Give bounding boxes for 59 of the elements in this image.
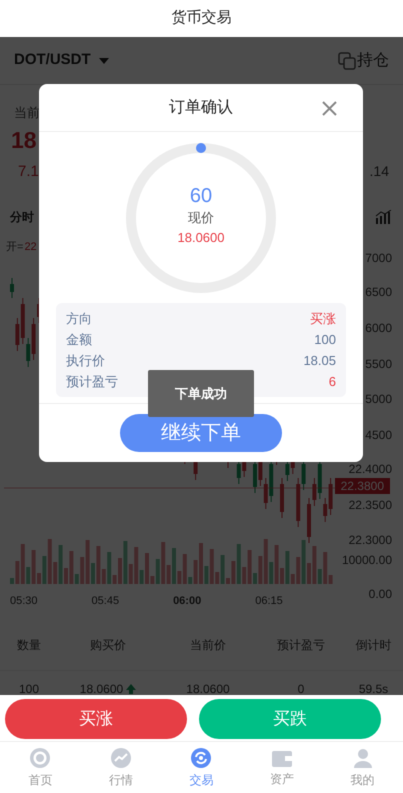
column-header: 数量 bbox=[16, 636, 42, 654]
table-cell-text: 18.0600 bbox=[186, 681, 230, 695]
table-cell-text: 59.5s bbox=[358, 681, 388, 695]
time-sharing-tab[interactable]: 分时 bbox=[10, 208, 34, 226]
table-cell-text: 0 bbox=[298, 681, 304, 695]
detail-value: 6 bbox=[328, 372, 336, 391]
open-value: 22 bbox=[24, 240, 37, 255]
time-label: 06:15 bbox=[255, 594, 283, 609]
buy-up-button[interactable]: 买涨 bbox=[5, 699, 187, 739]
exchange-icon bbox=[190, 746, 212, 768]
tab-bar-item[interactable]: 首页 bbox=[0, 742, 81, 793]
price-caption: 现价 bbox=[188, 209, 214, 227]
axis-label: 5500 bbox=[365, 357, 392, 371]
buy-down-button[interactable]: 买跌 bbox=[199, 699, 381, 739]
axis-label: 6500 bbox=[365, 285, 392, 299]
detail-label: 方向 bbox=[66, 310, 92, 328]
tab-bar-item[interactable]: 我的 bbox=[322, 742, 403, 793]
price-label: 当前 bbox=[14, 104, 40, 122]
table-cell-text: 100 bbox=[18, 681, 40, 695]
toast-message: 下单成功 bbox=[175, 384, 227, 403]
detail-label: 预计盈亏 bbox=[66, 372, 118, 391]
time-label: 05:30 bbox=[10, 594, 38, 609]
current-price: 18 bbox=[11, 126, 37, 154]
tab-bar-item[interactable]: 交易 bbox=[161, 742, 242, 793]
axis-label: 7000 bbox=[365, 251, 392, 265]
page-title: 货币交易 bbox=[172, 8, 232, 28]
countdown-number: 60 bbox=[190, 184, 212, 209]
detail-label: 金额 bbox=[66, 330, 92, 349]
time-label: 06:00 bbox=[173, 594, 202, 609]
axis-label: 6000 bbox=[365, 321, 392, 335]
price-change: 7.1 bbox=[17, 162, 39, 182]
time-label: 05:45 bbox=[92, 594, 120, 609]
axis-label: 4500 bbox=[365, 428, 392, 442]
dialog-price: 18.0600 bbox=[178, 229, 224, 247]
person-icon bbox=[352, 746, 374, 768]
axis-label: 22.3000 bbox=[348, 533, 392, 547]
detail-value: 100 bbox=[314, 330, 336, 349]
axis-label: 22.3500 bbox=[348, 498, 392, 512]
open-label: 开= bbox=[6, 240, 24, 255]
detail-value: 18.05 bbox=[303, 352, 336, 370]
tab-bar-item[interactable]: 资产 bbox=[242, 742, 322, 793]
detail-label: 执行价 bbox=[66, 352, 105, 370]
axis-label: 0.00 bbox=[368, 587, 392, 601]
column-header: 预计盈亏 bbox=[276, 636, 326, 654]
table-cell-text: 18.0600 bbox=[80, 681, 124, 695]
dialog-title: 订单确认 bbox=[169, 98, 233, 118]
axis-label: 10000.00 bbox=[342, 553, 392, 567]
price-stat: .14 bbox=[370, 162, 389, 180]
continue-order-button[interactable]: 继续下单 bbox=[120, 414, 282, 452]
detail-value: 买涨 bbox=[310, 310, 336, 328]
tab-bar-item[interactable]: 行情 bbox=[80, 742, 162, 793]
close-icon[interactable] bbox=[322, 101, 337, 116]
axis-label: 5000 bbox=[365, 392, 392, 406]
column-header: 倒计时 bbox=[354, 636, 392, 654]
column-header: 购买价 bbox=[89, 636, 127, 654]
target-icon bbox=[29, 746, 52, 768]
column-header: 当前价 bbox=[189, 636, 227, 654]
trend-icon bbox=[110, 746, 132, 768]
axis-label: 22.4000 bbox=[348, 462, 392, 476]
